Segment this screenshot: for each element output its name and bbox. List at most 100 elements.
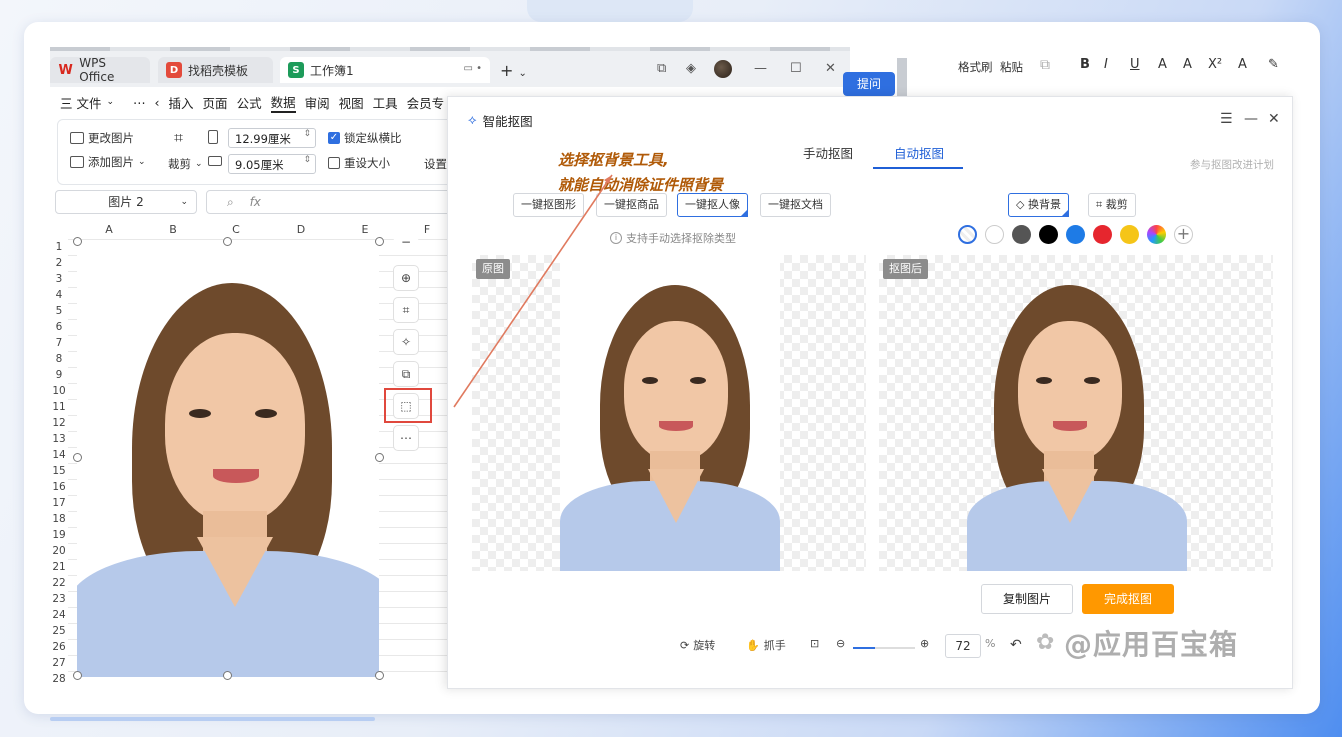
- zoom-input[interactable]: 72: [945, 634, 981, 658]
- ask-button[interactable]: 提问: [843, 72, 895, 96]
- row-header[interactable]: 23: [50, 591, 68, 607]
- row-header[interactable]: 19: [50, 527, 68, 543]
- change-image-button[interactable]: 更改图片: [70, 130, 134, 146]
- column-header[interactable]: B: [150, 223, 196, 239]
- crop-icon[interactable]: ⌗: [174, 128, 183, 148]
- name-box[interactable]: 图片 2 ⌄: [55, 190, 197, 214]
- zoom-slider[interactable]: [853, 647, 915, 649]
- copy-image-button[interactable]: 复制图片: [981, 584, 1073, 614]
- crop-button[interactable]: 裁剪 ⌄: [168, 156, 203, 172]
- row-header[interactable]: 16: [50, 479, 68, 495]
- menu-file[interactable]: 三 文件: [60, 93, 101, 112]
- row-header[interactable]: 18: [50, 511, 68, 527]
- zoom-in-icon[interactable]: ⊕: [920, 637, 929, 650]
- resize-handle[interactable]: [375, 671, 384, 680]
- collapse-icon[interactable]: −: [393, 236, 419, 251]
- row-header[interactable]: 13: [50, 431, 68, 447]
- window-tile-icon[interactable]: ⧉: [657, 61, 666, 76]
- column-header[interactable]: D: [276, 223, 326, 239]
- fit-size-icon[interactable]: ⊡: [810, 637, 819, 650]
- tab-auto-cutout[interactable]: 自动抠图: [894, 143, 944, 162]
- swatch-red[interactable]: [1093, 225, 1112, 244]
- bold-icon[interactable]: B: [1080, 57, 1090, 72]
- crop-button[interactable]: ⌗ 裁剪: [1088, 193, 1136, 217]
- menu-data[interactable]: 数据: [270, 92, 296, 113]
- row-header[interactable]: 7: [50, 335, 68, 351]
- menu-tools[interactable]: 工具: [373, 93, 398, 112]
- superscript-icon[interactable]: X²: [1208, 57, 1222, 72]
- zoom-in-icon[interactable]: ⊕: [393, 265, 419, 291]
- settings-button[interactable]: 设置: [424, 156, 447, 172]
- column-header[interactable]: A: [68, 223, 150, 239]
- swatch-gray[interactable]: [1012, 225, 1031, 244]
- highlight-icon[interactable]: ✎: [1268, 57, 1279, 72]
- undo-icon[interactable]: ↶: [1010, 637, 1022, 653]
- tab-workbook[interactable]: S 工作簿1 ▭ •: [280, 57, 490, 83]
- resize-handle[interactable]: [73, 671, 82, 680]
- menu-icon[interactable]: ☰: [1220, 111, 1233, 127]
- add-image-button[interactable]: 添加图片 ⌄: [70, 154, 146, 170]
- column-header[interactable]: C: [196, 223, 276, 239]
- resize-handle[interactable]: [223, 237, 232, 246]
- row-header[interactable]: 22: [50, 575, 68, 591]
- menu-review[interactable]: 审阅: [305, 93, 330, 112]
- row-header[interactable]: 25: [50, 623, 68, 639]
- resize-handle[interactable]: [73, 453, 82, 462]
- tab-templates[interactable]: D 找稻壳模板: [158, 57, 273, 83]
- minimize-icon[interactable]: —: [754, 61, 767, 76]
- lock-ratio-checkbox[interactable]: ✓ 锁定纵横比: [328, 130, 402, 146]
- row-header[interactable]: 28: [50, 671, 68, 687]
- image-convert-icon[interactable]: ⧉: [393, 361, 419, 387]
- menu-page[interactable]: 页面: [203, 93, 228, 112]
- menu-member[interactable]: 会员专: [407, 93, 445, 112]
- row-header[interactable]: 9: [50, 367, 68, 383]
- row-header[interactable]: 20: [50, 543, 68, 559]
- resize-handle[interactable]: [375, 453, 384, 462]
- maximize-icon[interactable]: ☐: [790, 61, 802, 76]
- change-background-button[interactable]: ◇ 换背景: [1008, 193, 1069, 217]
- close-icon[interactable]: ✕: [1268, 111, 1280, 127]
- row-header[interactable]: 4: [50, 287, 68, 303]
- grab-button[interactable]: ✋ 抓手: [746, 637, 786, 653]
- row-header[interactable]: 2: [50, 255, 68, 271]
- row-header[interactable]: 24: [50, 607, 68, 623]
- finish-cutout-button[interactable]: 完成抠图: [1082, 584, 1174, 614]
- text-effect-icon[interactable]: A: [1183, 57, 1192, 72]
- swatch-blue[interactable]: [1066, 225, 1085, 244]
- stepper-icon[interactable]: ⇕: [303, 129, 311, 139]
- row-header[interactable]: 27: [50, 655, 68, 671]
- row-header[interactable]: 3: [50, 271, 68, 287]
- row-header[interactable]: 21: [50, 559, 68, 575]
- minimize-icon[interactable]: —: [1244, 111, 1258, 127]
- reset-size-button[interactable]: 重设大小: [328, 155, 390, 171]
- avatar[interactable]: [714, 60, 732, 78]
- swatch-transparent[interactable]: [958, 225, 977, 244]
- resize-handle[interactable]: [223, 671, 232, 680]
- add-color-icon[interactable]: +: [1174, 225, 1193, 244]
- row-header[interactable]: 5: [50, 303, 68, 319]
- row-header[interactable]: 17: [50, 495, 68, 511]
- swatch-yellow[interactable]: [1120, 225, 1139, 244]
- close-icon[interactable]: ✕: [825, 61, 836, 76]
- menu-scroll-left-icon[interactable]: ‹: [155, 95, 160, 110]
- resize-handle[interactable]: [375, 237, 384, 246]
- stepper-icon[interactable]: ⇕: [303, 155, 311, 165]
- tab-wps-office[interactable]: W WPS Office: [50, 56, 150, 84]
- copy-icon[interactable]: ⧉: [1040, 57, 1050, 73]
- row-header[interactable]: 12: [50, 415, 68, 431]
- row-header[interactable]: 8: [50, 351, 68, 367]
- underline-icon[interactable]: U: [1130, 57, 1140, 72]
- column-header[interactable]: E: [326, 223, 404, 239]
- height-input[interactable]: 9.05厘米 ⇕: [228, 154, 316, 174]
- tab-manual-cutout[interactable]: 手动抠图: [803, 143, 853, 162]
- menu-more[interactable]: ⋯: [133, 95, 146, 110]
- format-painter-button[interactable]: 格式刷: [958, 59, 993, 75]
- row-header[interactable]: 1: [50, 239, 68, 255]
- new-tab-button[interactable]: + ⌄: [500, 61, 527, 80]
- mode-document-button[interactable]: 一键抠文档: [760, 193, 831, 217]
- crop-tool-icon[interactable]: ⌗: [393, 297, 419, 323]
- menu-view[interactable]: 视图: [339, 93, 364, 112]
- rotate-button[interactable]: ⟳ 旋转: [680, 637, 715, 653]
- paste-button[interactable]: 粘贴: [1000, 59, 1023, 75]
- font-color-icon[interactable]: A: [1238, 57, 1247, 72]
